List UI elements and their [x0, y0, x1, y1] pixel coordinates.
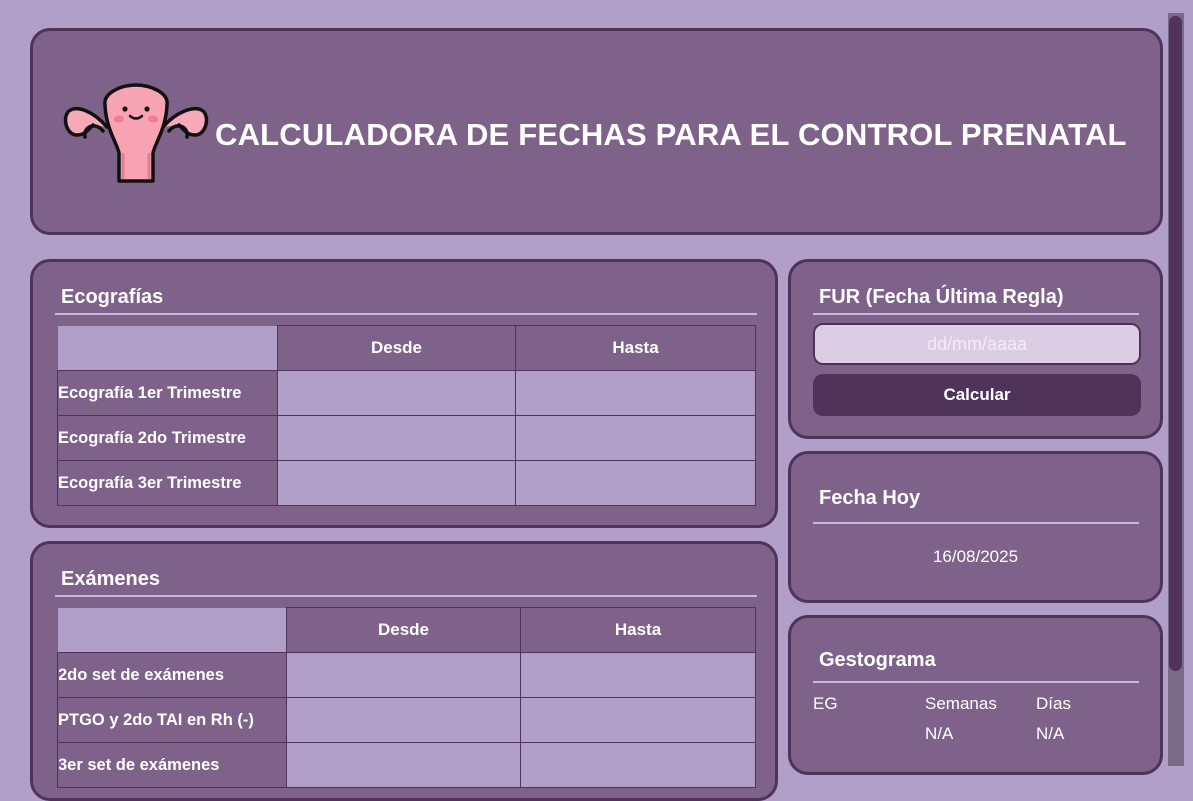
header-card: CALCULADORA DE FECHAS PARA EL CONTROL PR…: [30, 28, 1163, 235]
row-label: Ecografía 3er Trimestre: [57, 460, 278, 506]
table-row: 3er set de exámenes: [57, 742, 756, 788]
divider: [813, 313, 1139, 315]
hasta-cell: [520, 652, 756, 698]
examenes-title: Exámenes: [61, 568, 160, 590]
hasta-cell: [515, 370, 756, 416]
hasta-cell: [520, 742, 756, 788]
hasta-cell: [515, 460, 756, 506]
row-label: PTGO y 2do TAI en Rh (-): [57, 697, 287, 743]
table-row: Ecografía 1er Trimestre: [57, 370, 756, 416]
uterus-icon: [63, 83, 209, 183]
table-row: PTGO y 2do TAI en Rh (-): [57, 697, 756, 743]
desde-cell: [277, 460, 516, 506]
examenes-table: Desde Hasta 2do set de exámenes PTGO y 2…: [57, 607, 756, 788]
ecografias-card: Ecografías Desde Hasta Ecografía 1er Tri…: [30, 259, 778, 528]
calculate-button[interactable]: Calcular: [813, 374, 1141, 416]
divider: [813, 522, 1139, 524]
divider: [813, 681, 1139, 683]
table-row: Ecografía 3er Trimestre: [57, 460, 756, 506]
ecografias-title: Ecografías: [61, 286, 164, 308]
gestograma-title: Gestograma: [819, 649, 936, 671]
scrollbar-thumb[interactable]: [1169, 16, 1182, 671]
row-label: Ecografía 2do Trimestre: [57, 415, 278, 461]
table-corner: [57, 607, 287, 653]
desde-cell: [286, 742, 521, 788]
hasta-cell: [520, 697, 756, 743]
page-title: CALCULADORA DE FECHAS PARA EL CONTROL PR…: [215, 117, 1127, 152]
desde-cell: [286, 652, 521, 698]
weeks-value: N/A: [925, 724, 954, 743]
desde-cell: [277, 415, 516, 461]
today-card: Fecha Hoy 16/08/2025: [788, 451, 1163, 603]
table-row: Ecografía 2do Trimestre: [57, 415, 756, 461]
table-row: 2do set de exámenes: [57, 652, 756, 698]
desde-cell: [286, 697, 521, 743]
fur-date-input[interactable]: [813, 323, 1141, 365]
fur-title: FUR (Fecha Última Regla): [819, 286, 1064, 308]
column-header-desde: Desde: [277, 325, 516, 371]
ecografias-table: Desde Hasta Ecografía 1er Trimestre Ecog…: [57, 325, 756, 506]
examenes-card: Exámenes Desde Hasta 2do set de exámenes…: [30, 541, 778, 801]
today-title: Fecha Hoy: [819, 487, 921, 509]
hasta-cell: [515, 415, 756, 461]
desde-cell: [277, 370, 516, 416]
column-header-hasta: Hasta: [515, 325, 756, 371]
column-header-hasta: Hasta: [520, 607, 756, 653]
divider: [55, 595, 757, 597]
eg-label: EG: [813, 694, 838, 713]
today-date: 16/08/2025: [932, 547, 1019, 566]
days-label: Días: [1036, 694, 1071, 713]
table-corner: [57, 325, 278, 371]
gestograma-card: Gestograma EG Semanas Días N/A N/A: [788, 615, 1163, 775]
column-header-desde: Desde: [286, 607, 521, 653]
fur-card: FUR (Fecha Última Regla) Calcular: [788, 259, 1163, 439]
row-label: 2do set de exámenes: [57, 652, 287, 698]
row-label: 3er set de exámenes: [57, 742, 287, 788]
row-label: Ecografía 1er Trimestre: [57, 370, 278, 416]
weeks-label: Semanas: [925, 694, 997, 713]
divider: [55, 313, 757, 315]
days-value: N/A: [1036, 724, 1065, 743]
